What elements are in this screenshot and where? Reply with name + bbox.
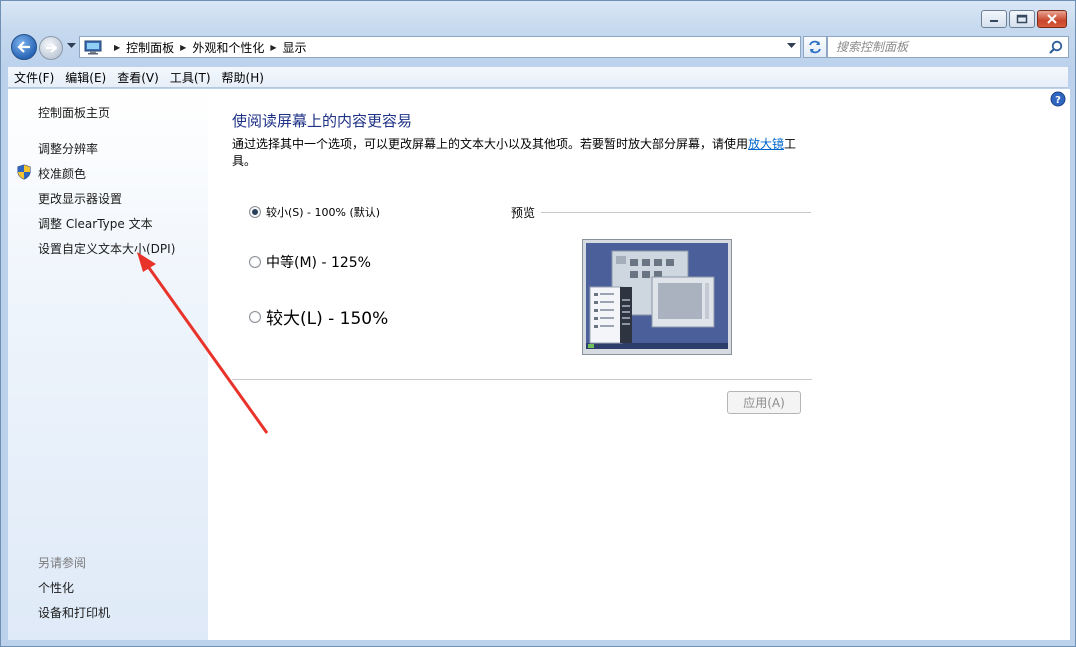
description-text: 通过选择其中一个选项，可以更改屏幕上的文本大小以及其他项。若要暂时放大部分屏幕，… — [232, 137, 749, 151]
see-also-title: 另请参阅 — [38, 556, 87, 570]
search-input[interactable] — [836, 40, 1046, 54]
address-dropdown-icon[interactable] — [787, 43, 796, 49]
search-box — [827, 36, 1069, 58]
menu-tools[interactable]: 工具(T) — [170, 69, 211, 86]
back-arrow-icon — [17, 41, 30, 53]
forward-button[interactable] — [39, 36, 63, 60]
breadcrumb-separator-icon[interactable]: ▶ — [180, 43, 186, 52]
breadcrumb-appearance[interactable]: 外观和个性化 — [192, 39, 264, 56]
preview-label: 预览 — [511, 206, 536, 220]
help-icon[interactable]: ? — [1050, 91, 1066, 107]
computer-icon — [84, 40, 102, 54]
breadcrumb-control-panel[interactable]: 控制面板 — [126, 39, 174, 56]
shield-icon — [17, 164, 31, 180]
see-also-devices-printers[interactable]: 设备和打印机 — [38, 604, 110, 621]
close-button[interactable] — [1037, 10, 1067, 28]
see-also-personalization[interactable]: 个性化 — [38, 579, 74, 596]
menu-edit[interactable]: 编辑(E) — [65, 69, 106, 86]
radio-button-smaller[interactable] — [249, 206, 261, 218]
option-smaller[interactable]: 较小(S) - 100% (默认) — [249, 204, 380, 220]
radio-selected-dot — [252, 209, 258, 215]
forward-arrow-icon — [46, 43, 57, 53]
refresh-button[interactable] — [803, 36, 827, 58]
option-medium-label[interactable]: 中等(M) - 125% — [266, 252, 371, 272]
display-preview-image — [582, 239, 732, 355]
breadcrumb: ▶ 控制面板 ▶ 外观和个性化 ▶ 显示 — [108, 39, 307, 56]
option-smaller-label[interactable]: 较小(S) - 100% (默认) — [266, 204, 380, 220]
content-divider — [232, 379, 812, 380]
svg-text:?: ? — [1055, 95, 1061, 106]
minimize-icon — [990, 20, 998, 22]
navigation-row: ▶ 控制面板 ▶ 外观和个性化 ▶ 显示 — [9, 33, 1069, 61]
page-description: 通过选择其中一个选项，可以更改屏幕上的文本大小以及其他项。若要暂时放大部分屏幕，… — [232, 136, 806, 170]
sidebar-item-adjust-resolution[interactable]: 调整分辨率 — [38, 140, 98, 157]
breadcrumb-display[interactable]: 显示 — [283, 39, 307, 56]
main-content: ? 使阅读屏幕上的内容更容易 通过选择其中一个选项，可以更改屏幕上的文本大小以及… — [208, 89, 1070, 640]
window-frame: ▶ 控制面板 ▶ 外观和个性化 ▶ 显示 搜索控制面板 文件(F) 编辑(E) … — [0, 0, 1076, 647]
sidebar-item-cleartype[interactable]: 调整 ClearType 文本 — [38, 215, 153, 232]
sidebar: 控制面板主页 调整分辨率 校准颜色 更改显示器设置 调整 ClearType 文… — [8, 89, 208, 640]
sidebar-item-control-panel-home[interactable]: 控制面板主页 — [38, 104, 110, 121]
radio-button-medium[interactable] — [249, 256, 261, 268]
sidebar-item-custom-dpi[interactable]: 设置自定义文本大小(DPI) — [38, 240, 175, 257]
recent-pages-dropdown[interactable] — [67, 43, 76, 49]
address-bar[interactable]: ▶ 控制面板 ▶ 外观和个性化 ▶ 显示 — [79, 36, 801, 58]
refresh-icon — [809, 40, 821, 54]
radio-button-larger[interactable] — [249, 310, 261, 323]
breadcrumb-separator-icon[interactable]: ▶ — [270, 43, 276, 52]
magnifier-link[interactable]: 放大镜 — [748, 137, 784, 151]
preview-divider — [541, 212, 811, 213]
option-larger-label[interactable]: 较大(L) - 150% — [266, 304, 388, 329]
breadcrumb-separator-icon: ▶ — [114, 42, 121, 52]
menu-help[interactable]: 帮助(H) — [222, 69, 264, 86]
sidebar-item-change-display-settings[interactable]: 更改显示器设置 — [38, 190, 122, 207]
option-larger[interactable]: 较大(L) - 150% — [249, 304, 388, 329]
menu-file[interactable]: 文件(F) — [14, 69, 54, 86]
menu-bar: 文件(F) 编辑(E) 查看(V) 工具(T) 帮助(H) — [8, 67, 1068, 88]
maximize-button[interactable] — [1009, 10, 1035, 28]
option-medium[interactable]: 中等(M) - 125% — [249, 252, 371, 272]
menu-view[interactable]: 查看(V) — [117, 69, 159, 86]
back-button[interactable] — [11, 34, 37, 60]
close-icon — [1047, 14, 1057, 24]
window-controls — [981, 10, 1067, 28]
page-title: 使阅读屏幕上的内容更容易 — [232, 112, 413, 130]
search-icon[interactable] — [1049, 40, 1063, 54]
apply-button[interactable]: 应用(A) — [727, 391, 801, 414]
minimize-button[interactable] — [981, 10, 1007, 28]
sidebar-item-calibrate-color[interactable]: 校准颜色 — [38, 165, 86, 182]
maximize-icon — [1016, 14, 1028, 24]
